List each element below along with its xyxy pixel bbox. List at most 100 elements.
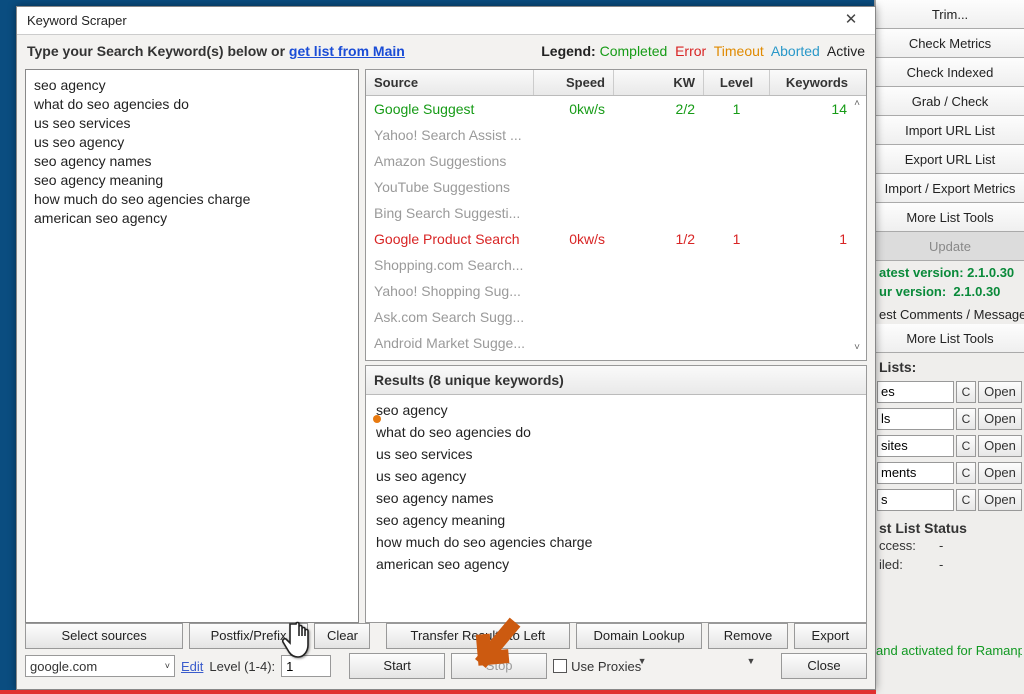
list-file-input[interactable] [877,408,954,430]
status-failed-label: iled: [879,557,939,572]
list-open-button[interactable]: Open [978,435,1022,457]
list-open-button[interactable]: Open [978,462,1022,484]
list-open-button[interactable]: Open [978,381,1022,403]
more-list-tools-button[interactable]: More List Tools [875,203,1024,232]
col-header-level[interactable]: Level [704,70,770,95]
result-item[interactable]: seo agency [366,399,866,421]
list-c-button[interactable]: C [956,381,976,403]
col-header-speed[interactable]: Speed [534,70,614,95]
result-item[interactable]: seo agency meaning [366,509,866,531]
sidebar-right: Trim... Check Metrics Check Indexed Grab… [874,0,1024,694]
status-failed-value: - [939,557,943,572]
source-row[interactable]: Shopping.com Search... [366,252,866,278]
result-item[interactable]: us seo services [366,443,866,465]
domain-lookup-button[interactable]: Domain Lookup▼ [576,623,703,649]
import-export-metrics-button[interactable]: Import / Export Metrics [875,174,1024,203]
legend-completed: Completed [600,43,668,59]
list-file-row: COpen [877,460,1022,485]
result-item[interactable]: seo agency names [366,487,866,509]
col-header-source[interactable]: Source [366,70,534,95]
dialog-bottom-bar: Select sources Postfix/Prefix Clear Tran… [25,623,867,683]
license-text: and activated for Ramanpr [876,643,1022,658]
latest-version-label: atest version: 2.1.0.30 [875,261,1024,280]
stop-button[interactable]: Stop [451,653,547,679]
source-row[interactable]: Yahoo! Search Assist ... [366,122,866,148]
update-button[interactable]: Update [875,232,1024,261]
check-metrics-button[interactable]: Check Metrics [875,29,1024,58]
list-file-input[interactable] [877,462,954,484]
level-input[interactable] [281,655,331,677]
start-button[interactable]: Start [349,653,445,679]
source-row[interactable]: Amazon Suggestions [366,148,866,174]
scroll-down-icon[interactable]: ˅ [850,342,864,356]
postfix-prefix-button[interactable]: Postfix/Prefix [189,623,308,649]
result-item[interactable]: what do seo agencies do [366,421,866,443]
list-status-block: st List Status ccess:- iled:- [875,514,1024,580]
source-row[interactable]: Yahoo! Shopping Sug... [366,278,866,304]
status-heading: st List Status [879,520,1020,536]
close-button[interactable]: Close [781,653,867,679]
source-row[interactable]: Google Product Search0kw/s1/211 [366,226,866,252]
chevron-down-icon: ▼ [747,649,756,673]
select-sources-button[interactable]: Select sources [25,623,183,649]
export-button[interactable]: Export▼ [794,623,867,649]
list-c-button[interactable]: C [956,408,976,430]
result-item[interactable]: how much do seo agencies charge [366,531,866,553]
source-row[interactable]: Ask.com Search Sugg... [366,304,866,330]
status-success-value: - [939,538,943,553]
source-row[interactable]: eBay Suggestions [366,356,866,358]
list-file-row: COpen [877,487,1022,512]
status-success-label: ccess: [879,538,939,553]
more-list-tools2-button[interactable]: More List Tools [875,324,1024,353]
list-c-button[interactable]: C [956,435,976,457]
checkbox-icon [553,659,567,673]
source-row[interactable]: YouTube Suggestions [366,174,866,200]
bottom-red-bar [0,690,876,694]
close-icon[interactable]: ✕ [831,9,871,33]
col-header-kw[interactable]: KW [614,70,704,95]
check-indexed-button[interactable]: Check Indexed [875,58,1024,87]
results-header: Results (8 unique keywords) [366,366,866,395]
list-c-button[interactable]: C [956,462,976,484]
remove-button[interactable]: Remove▼ [708,623,787,649]
list-open-button[interactable]: Open [978,408,1022,430]
keywords-textarea[interactable] [25,69,359,623]
trim-button[interactable]: Trim... [875,0,1024,29]
edit-link[interactable]: Edit [181,659,203,674]
list-file-row: COpen [877,379,1022,404]
level-label: Level (1-4): [209,659,275,674]
dialog-title: Keyword Scraper [27,13,831,28]
list-open-button[interactable]: Open [978,489,1022,511]
result-item[interactable]: american seo agency [366,553,866,575]
list-file-input[interactable] [877,489,954,511]
list-file-input[interactable] [877,381,954,403]
your-version-label: ur version: 2.1.0.30 [875,280,1024,299]
sources-grid: Source Speed KW Level Keywords ˄ ˅ Googl… [365,69,867,361]
transfer-results-button[interactable]: Transfer Results to Left Side [386,623,570,649]
prompt-text: Type your Search Keyword(s) below or get… [27,43,405,59]
get-list-link[interactable]: get list from Main [289,43,405,59]
legend-aborted: Aborted [771,43,820,59]
result-item[interactable]: us seo agency [366,465,866,487]
list-c-button[interactable]: C [956,489,976,511]
source-row[interactable]: Android Market Sugge... [366,330,866,356]
comments-heading: est Comments / Messages [875,299,1024,324]
legend-timeout: Timeout [714,43,764,59]
keyword-scraper-dialog: Keyword Scraper ✕ Type your Search Keywo… [16,6,876,690]
clear-button[interactable]: Clear [314,623,370,649]
lists-block: Lists: COpenCOpenCOpenCOpenCOpen [875,353,1024,512]
import-url-button[interactable]: Import URL List [875,116,1024,145]
legend-active: Active [827,43,865,59]
col-header-keywords[interactable]: Keywords [770,70,866,95]
chevron-down-icon: ˅ [165,661,170,671]
scroll-up-icon[interactable]: ˄ [850,98,864,112]
search-engine-combo[interactable]: google.com˅ [25,655,175,677]
grab-check-button[interactable]: Grab / Check [875,87,1024,116]
list-file-row: COpen [877,433,1022,458]
list-file-input[interactable] [877,435,954,457]
source-row[interactable]: Bing Search Suggesti... [366,200,866,226]
use-proxies-checkbox[interactable]: Use Proxies [553,659,641,674]
source-row[interactable]: Google Suggest0kw/s2/2114 [366,96,866,122]
marker-dot-icon [373,415,381,423]
export-url-button[interactable]: Export URL List [875,145,1024,174]
